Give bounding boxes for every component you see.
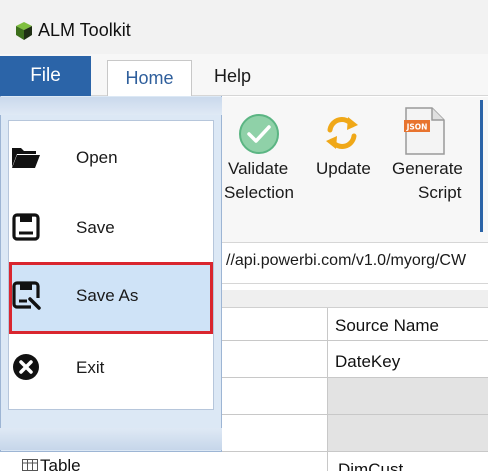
alm-toolkit-logo-icon bbox=[16, 22, 32, 40]
json-badge: JSON bbox=[406, 123, 428, 132]
menu-item-save-as[interactable]: Save As bbox=[9, 262, 213, 334]
ribbon-separator bbox=[480, 100, 483, 232]
file-menu-top-strip bbox=[0, 97, 222, 115]
menu-item-save[interactable]: Save bbox=[9, 194, 213, 264]
menu-item-exit[interactable]: Exit bbox=[9, 334, 213, 404]
grid-header-source-name[interactable]: Source Name bbox=[335, 316, 439, 336]
menu-item-open-label: Open bbox=[76, 148, 118, 167]
grid-row-divider bbox=[222, 451, 488, 452]
update-label: Update bbox=[316, 159, 371, 178]
folder-open-icon bbox=[12, 148, 40, 168]
menu-item-save-label: Save bbox=[76, 218, 115, 237]
exit-icon bbox=[13, 354, 39, 380]
tab-home[interactable]: Home bbox=[107, 60, 192, 97]
menu-item-save-as-label: Save As bbox=[76, 286, 139, 305]
save-as-icon bbox=[12, 281, 41, 310]
grid-row-divider bbox=[222, 340, 488, 341]
refresh-icon bbox=[326, 117, 358, 149]
menu-item-open[interactable]: Open bbox=[9, 124, 213, 194]
table-icon bbox=[22, 459, 38, 471]
menu-item-exit-label: Exit bbox=[76, 358, 105, 377]
validate-label-line2: Selection bbox=[224, 183, 294, 202]
grid-empty-cell bbox=[328, 378, 488, 414]
save-icon bbox=[12, 213, 40, 241]
connection-url[interactable]: //api.powerbi.com/v1.0/myorg/CW bbox=[226, 252, 466, 270]
grid-row-source-name[interactable]: DimCust bbox=[338, 460, 403, 471]
app-title: ALM Toolkit bbox=[38, 20, 131, 40]
tab-help[interactable]: Help bbox=[214, 66, 251, 87]
json-file-icon: JSON bbox=[404, 107, 445, 155]
tab-file[interactable]: File bbox=[0, 56, 91, 96]
grid-row-type-label: Table bbox=[40, 456, 81, 471]
grid-cell-source-name[interactable]: DateKey bbox=[335, 352, 400, 372]
generate-label-line2: Script bbox=[418, 183, 462, 202]
check-circle-icon bbox=[239, 114, 279, 154]
file-menu-bottom-strip bbox=[0, 428, 222, 450]
grid-empty-cell bbox=[328, 415, 488, 451]
generate-label-line1: Generate bbox=[392, 159, 463, 178]
validate-label-line1: Validate bbox=[228, 159, 289, 178]
